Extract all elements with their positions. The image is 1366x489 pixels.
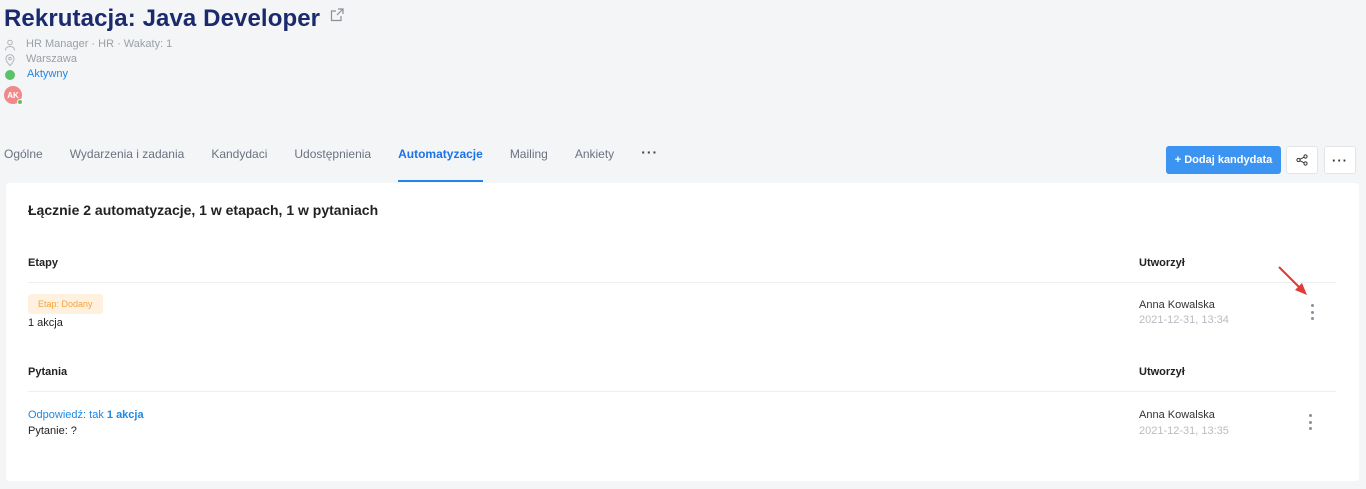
stages-header: Etapy — [28, 257, 58, 269]
avatar[interactable]: AK — [4, 86, 23, 105]
tab-udostepnienia[interactable]: Udostępnienia — [294, 140, 371, 182]
online-indicator-icon — [17, 99, 23, 105]
question-text: Pytanie: ? — [28, 425, 77, 437]
stage-row-menu-icon[interactable] — [1307, 302, 1317, 322]
questions-divider — [28, 391, 1336, 392]
tab-mailing[interactable]: Mailing — [510, 140, 548, 182]
questions-creator-header: Utworzył — [1139, 366, 1185, 378]
stages-divider — [28, 282, 1336, 283]
tabs-more-icon[interactable]: ··· — [641, 140, 658, 182]
tab-ogolne[interactable]: Ogólne — [4, 140, 43, 182]
stage-created-date: 2021-12-31, 13:34 — [1139, 314, 1229, 326]
stage-creator: Anna Kowalska — [1139, 299, 1215, 311]
automations-summary: Łącznie 2 automatyzacje, 1 w etapach, 1 … — [28, 202, 379, 218]
page-title: Rekrutacja: Java Developer — [4, 5, 321, 32]
status-row: Aktywny — [4, 67, 344, 82]
status-badge[interactable]: Aktywny — [27, 67, 68, 82]
stages-creator-header: Utworzył — [1139, 257, 1185, 269]
stage-actions-count: 1 akcja — [28, 317, 63, 329]
question-creator: Anna Kowalska — [1139, 409, 1215, 421]
add-candidate-button[interactable]: + Dodaj kandydata — [1166, 146, 1281, 174]
meta-role-row: HR Manager · HR · Wakaty: 1 — [4, 37, 344, 52]
question-created-date: 2021-12-31, 13:35 — [1139, 425, 1229, 437]
title-row: Rekrutacja: Java Developer — [4, 4, 344, 34]
more-actions-button[interactable]: ··· — [1324, 146, 1356, 174]
tab-wydarzenia-i-zadania[interactable]: Wydarzenia i zadania — [70, 140, 185, 182]
meta-role: HR Manager · HR · Wakaty: 1 — [26, 38, 173, 50]
page-header: Rekrutacja: Java Developer HR Manager · … — [4, 4, 344, 105]
question-answer-link[interactable]: Odpowiedź: tak — [28, 409, 104, 421]
stage-badge: Etap: Dodany — [28, 294, 103, 314]
question-answer-row: Odpowiedź: tak 1 akcja — [28, 409, 144, 421]
tab-automatyzacje[interactable]: Automatyzacje — [398, 140, 483, 182]
tab-bar: Ogólne Wydarzenia i zadania Kandydaci Ud… — [4, 140, 658, 182]
user-icon — [5, 39, 15, 51]
tab-ankiety[interactable]: Ankiety — [575, 140, 614, 182]
tab-kandydaci[interactable]: Kandydaci — [211, 140, 267, 182]
question-row-menu-icon[interactable] — [1305, 412, 1315, 432]
questions-header: Pytania — [28, 366, 68, 378]
share-button[interactable] — [1286, 146, 1318, 174]
location: Warszawa — [26, 53, 77, 65]
location-pin-icon — [5, 53, 15, 66]
annotation-arrow-icon — [1278, 266, 1307, 295]
status-dot-icon — [5, 69, 15, 80]
question-actions-link[interactable]: 1 akcja — [107, 409, 144, 421]
location-row: Warszawa — [4, 52, 344, 67]
avatar-initials: AK — [7, 90, 19, 100]
share-icon — [1296, 154, 1308, 166]
external-link-icon[interactable] — [330, 8, 344, 22]
automations-card: Łącznie 2 automatyzacje, 1 w etapach, 1 … — [6, 183, 1359, 481]
